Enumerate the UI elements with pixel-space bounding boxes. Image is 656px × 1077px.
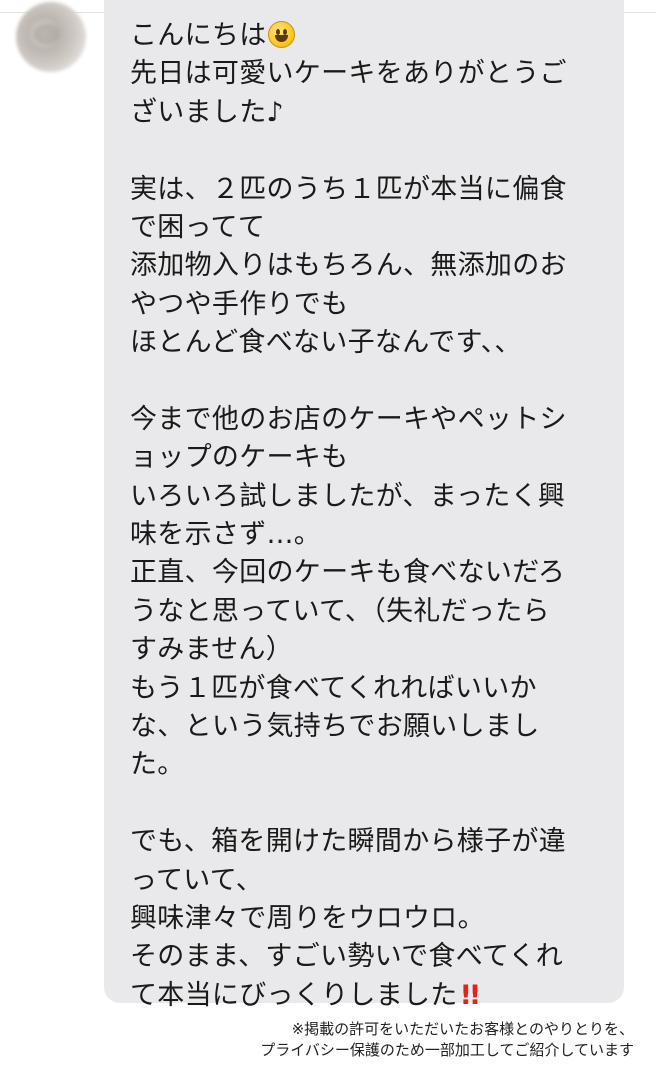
message-line: た。 — [130, 749, 185, 781]
message-line: いろいろ試しましたが、まったく興 — [130, 480, 566, 512]
message-bubble: こんにちは 先日は可愛いケーキをありがとうご ざいました♪ 実は、２匹のうち１匹… — [104, 0, 624, 1011]
caption-line-1: ※掲載の許可をいただいたお客様とのやりとりを、 — [291, 1020, 634, 1038]
message-line: でも、箱を開けた瞬間から様子が違 — [130, 826, 566, 858]
message-line: 今まで他のお店のケーキやペットシ — [130, 403, 567, 435]
double-exclamation-icon: !! — [459, 979, 482, 1011]
avatar[interactable] — [16, 2, 86, 72]
message-line: な、という気持ちでお願いしまし — [130, 711, 540, 743]
message-line: 先日は可愛いケーキをありがとうご — [130, 58, 567, 90]
message-line: で困ってて — [130, 211, 266, 243]
message-line: 実は、２匹のうち１匹が本当に偏食 — [130, 173, 567, 205]
message-line: 味を示さず…。 — [130, 519, 322, 551]
disclaimer-caption: ※掲載の許可をいただいたお客様とのやりとりを、 プライバシー保護のため一部加工し… — [260, 1019, 634, 1061]
message-line: 添加物入りはもちろん、無添加のお — [130, 250, 567, 282]
caption-line-2: プライバシー保護のため一部加工してご紹介しています — [260, 1041, 634, 1059]
message-line: もう１匹が食べてくれればいいか — [130, 672, 537, 704]
message-line: ョップのケーキも — [130, 442, 349, 474]
message-line: うなと思っていて、（失礼だったら — [130, 595, 550, 627]
message-line: 興味津々で周りをウロウロ。 — [130, 902, 485, 934]
message-line: こんにちは — [130, 17, 604, 55]
message-line: 正直、今回のケーキも食べないだろ — [130, 557, 566, 589]
message-line: ほとんど食べない子なんです、、 — [130, 327, 522, 359]
message-text: て本当にびっくりしました — [130, 979, 458, 1011]
message-line: ざいました♪ — [130, 96, 285, 128]
message-line: やつや手作りでも — [130, 288, 349, 320]
smiling-face-emoji-icon — [267, 21, 295, 48]
message-line: っていて、 — [130, 864, 263, 896]
message-text: こんにちは — [130, 20, 267, 51]
message-line: て本当にびっくりしました!! — [130, 977, 604, 1015]
message-line: すみません） — [130, 634, 293, 666]
message-line: そのまま、すごい勢いで食べてくれ — [130, 941, 564, 973]
